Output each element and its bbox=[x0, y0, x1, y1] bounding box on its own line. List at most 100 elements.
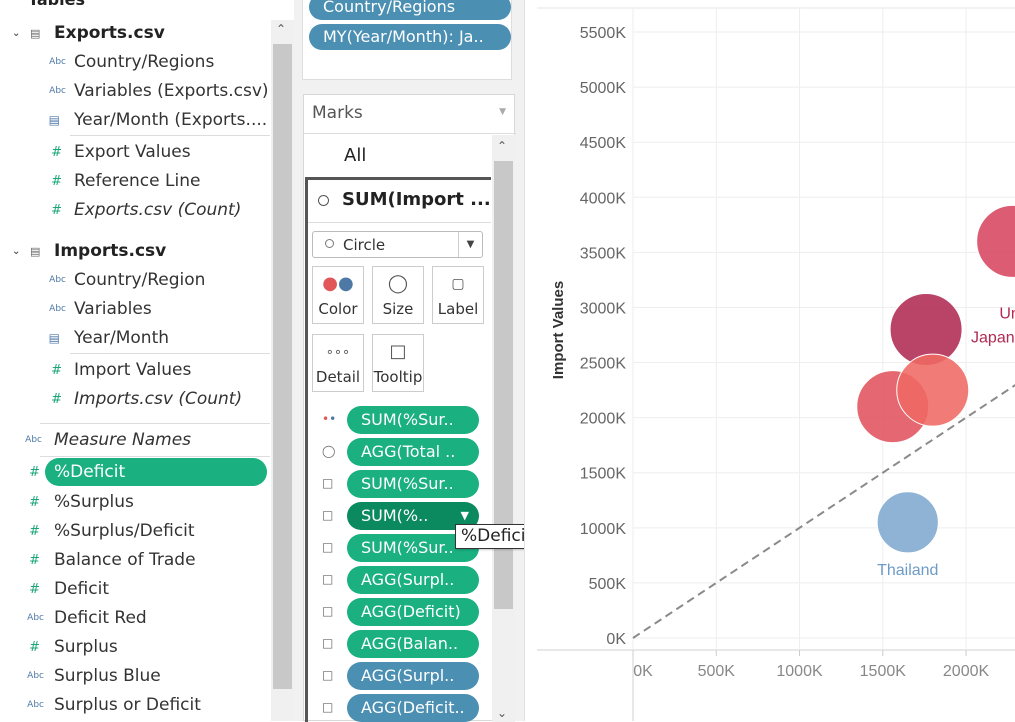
abc-icon: Abc bbox=[49, 86, 66, 96]
color-button[interactable]: ●● Color bbox=[312, 266, 364, 324]
mark-pill[interactable]: AGG(Surpl.. bbox=[347, 566, 479, 594]
field-balance-of-trade[interactable]: # Balance of Trade bbox=[0, 546, 268, 574]
table-name: Imports.csv bbox=[54, 241, 167, 261]
field-import-values[interactable]: # Import Values bbox=[0, 356, 268, 384]
y-axis-ticks: 0K 500K 1000K 1500K 2000K 2500K 3000K 3500K 4000… bbox=[580, 25, 627, 648]
tooltip-icon: □ bbox=[322, 476, 334, 490]
tooltip-icon: □ bbox=[389, 341, 407, 362]
field-imports-count[interactable]: # Imports.csv (Count) bbox=[0, 385, 268, 413]
y-tick-label: 4000K bbox=[580, 190, 627, 207]
chart-marks bbox=[856, 204, 1015, 554]
shelf-pill-country[interactable]: Country/Regions bbox=[309, 0, 511, 20]
field-pct-surplus-deficit[interactable]: # %Surplus/Deficit bbox=[0, 517, 268, 545]
chevron-down-icon[interactable]: ⌄ bbox=[12, 28, 20, 39]
field-year-month-exports[interactable]: ▤ Year/Month (Exports.... bbox=[0, 106, 268, 134]
tooltip-icon: □ bbox=[322, 668, 334, 682]
calc-measure-icon: # bbox=[51, 173, 62, 189]
y-tick-label: 1000K bbox=[580, 521, 627, 538]
y-tick-label: 2000K bbox=[580, 411, 627, 428]
collapse-icon[interactable]: ▼ bbox=[499, 107, 506, 117]
data-pane: Tables ⌄ ▤ Exports.csv Abc Country/Regio… bbox=[0, 0, 294, 721]
field-country-region[interactable]: Abc Country/Region bbox=[0, 266, 268, 294]
detail-button[interactable]: ∘∘∘ Detail bbox=[312, 334, 364, 392]
field-export-values[interactable]: # Export Values bbox=[0, 138, 268, 166]
abc-icon: Abc bbox=[49, 304, 66, 314]
size-icon: ◯ bbox=[322, 444, 336, 458]
field-deficit[interactable]: # Deficit bbox=[0, 575, 268, 603]
field-year-month[interactable]: ▤ Year/Month bbox=[0, 324, 268, 352]
field-surplus-blue[interactable]: Abc Surplus Blue bbox=[0, 662, 268, 690]
divider bbox=[40, 456, 270, 457]
mark-pill[interactable]: AGG(Balan.. bbox=[347, 630, 479, 658]
mark-pill[interactable]: AGG(Deficit) bbox=[347, 598, 479, 626]
scatter-point[interactable] bbox=[896, 353, 970, 427]
field-reference-line[interactable]: # Reference Line bbox=[0, 167, 268, 195]
scatter-point[interactable] bbox=[876, 491, 939, 554]
calc-measure-icon: # bbox=[29, 552, 40, 568]
chevron-down-icon[interactable]: ▼ bbox=[458, 232, 482, 257]
field-surplus[interactable]: # Surplus bbox=[0, 633, 268, 661]
size-button[interactable]: ◯ Size bbox=[372, 266, 424, 324]
tooltip-icon: □ bbox=[322, 508, 334, 522]
measure-title[interactable]: SUM(Import ... bbox=[342, 189, 491, 210]
abc-icon: Abc bbox=[27, 700, 44, 710]
tables-header: Tables bbox=[28, 0, 85, 9]
measure-icon: # bbox=[51, 144, 62, 160]
y-tick-label: 3000K bbox=[580, 300, 627, 317]
data-pane-scrollbar[interactable]: ⌃ bbox=[271, 20, 294, 721]
scatter-point[interactable] bbox=[976, 204, 1015, 278]
field-variables-exports[interactable]: Abc Variables (Exports.csv) bbox=[0, 77, 268, 105]
divider bbox=[40, 423, 270, 424]
divider bbox=[304, 133, 516, 134]
tooltip-icon: □ bbox=[322, 604, 334, 618]
field-measure-names[interactable]: Abc Measure Names bbox=[0, 426, 268, 454]
mark-pill-row: □ AGG(Deficit) bbox=[322, 598, 482, 626]
scroll-down-icon[interactable]: ⌄ bbox=[497, 706, 507, 720]
calc-measure-icon: # bbox=[29, 639, 40, 655]
marks-scrollbar[interactable]: ⌃ ⌄ bbox=[492, 135, 515, 722]
label-button[interactable]: ▢ Label bbox=[432, 266, 484, 324]
y-tick-label: 1500K bbox=[580, 466, 627, 483]
mark-pill[interactable]: AGG(Total .. bbox=[347, 438, 479, 466]
calendar-icon: ▤ bbox=[48, 113, 60, 127]
x-tick-label: 1000K bbox=[776, 663, 823, 680]
mark-pill-row: □ SUM(%Sur.. bbox=[322, 470, 482, 498]
table-name: Exports.csv bbox=[54, 23, 165, 43]
field-country-regions[interactable]: Abc Country/Regions bbox=[0, 48, 268, 76]
mark-pill[interactable]: AGG(Surpl.. bbox=[347, 662, 479, 690]
field-deficit-red[interactable]: Abc Deficit Red bbox=[0, 604, 268, 632]
y-tick-label: 500K bbox=[589, 576, 627, 593]
circle-icon bbox=[325, 239, 334, 248]
marks-all[interactable]: All bbox=[344, 145, 366, 166]
calc-measure-icon: # bbox=[29, 464, 40, 480]
scrollbar-thumb[interactable] bbox=[273, 44, 292, 689]
color-icon: •• bbox=[322, 412, 337, 426]
tooltip-icon: □ bbox=[322, 700, 334, 714]
y-tick-label: 3500K bbox=[580, 245, 627, 262]
tooltip-button[interactable]: □ Tooltip bbox=[372, 334, 424, 392]
table-icon: ▤ bbox=[30, 244, 41, 258]
field-pct-surplus[interactable]: # %Surplus bbox=[0, 488, 268, 516]
mark-pill[interactable]: SUM(%Sur.. bbox=[347, 470, 479, 498]
mark-pill-row: □ AGG(Balan.. bbox=[322, 630, 482, 658]
chevron-down-icon[interactable]: ⌄ bbox=[12, 246, 20, 257]
mark-pill-row: ◯ AGG(Total .. bbox=[322, 438, 482, 466]
radio-icon[interactable] bbox=[318, 195, 329, 206]
mark-type-select[interactable]: Circle ▼ bbox=[312, 231, 483, 258]
color-icon: ●● bbox=[322, 273, 354, 294]
field-pct-deficit[interactable]: # %Deficit bbox=[0, 458, 268, 486]
divider bbox=[70, 353, 270, 354]
scroll-up-icon[interactable]: ⌃ bbox=[276, 22, 286, 36]
field-exports-count[interactable]: # Exports.csv (Count) bbox=[0, 196, 268, 224]
y-tick-label: 4500K bbox=[580, 135, 627, 152]
x-tick-label: 1500K bbox=[860, 663, 907, 680]
field-surplus-or-deficit[interactable]: Abc Surplus or Deficit bbox=[0, 691, 268, 719]
abc-icon: Abc bbox=[49, 57, 66, 67]
abc-icon: Abc bbox=[27, 613, 44, 623]
scatter-chart[interactable]: 0K 500K 1000K 1500K 2000K 2500K 3000K 3500K 4000… bbox=[525, 0, 1015, 721]
mark-pill[interactable]: SUM(%Sur.. bbox=[347, 406, 479, 434]
mark-pill[interactable]: AGG(Deficit.. bbox=[347, 694, 479, 722]
field-variables[interactable]: Abc Variables bbox=[0, 295, 268, 323]
scroll-up-icon[interactable]: ⌃ bbox=[497, 139, 507, 153]
shelf-pill-year-month[interactable]: MY(Year/Month): Ja.. bbox=[309, 24, 511, 50]
